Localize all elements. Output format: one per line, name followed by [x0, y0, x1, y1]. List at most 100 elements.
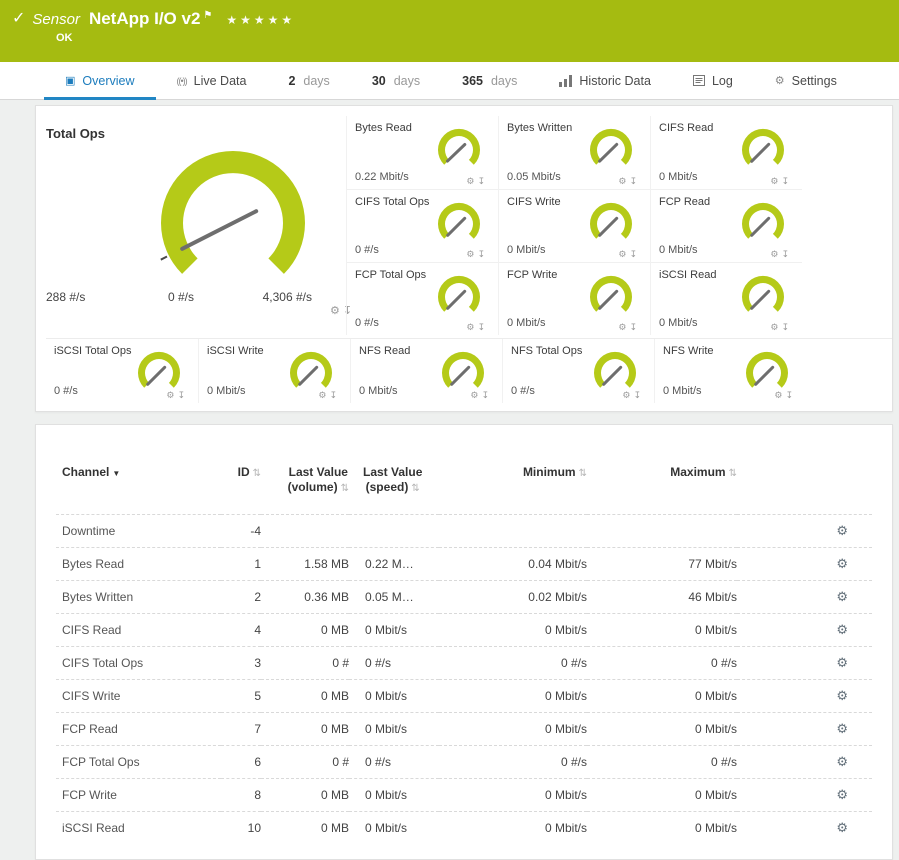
channel-settings-icon[interactable]: ⚙	[836, 754, 848, 769]
sort-icon[interactable]: ⇅	[411, 483, 419, 494]
column-header-minimum[interactable]: Minimum⇅	[439, 439, 587, 515]
channel-maximum: 0 Mbit/s	[587, 680, 737, 713]
gauge-settings-icon[interactable]: ⚙	[770, 322, 781, 332]
gauge-settings-icon[interactable]: ⚙	[770, 249, 781, 259]
last-value-speed: 0 #/s	[365, 754, 391, 770]
table-row[interactable]: CIFS Read 4 0 MB 0 Mbit/s 0 Mbit/s 0 Mbi…	[56, 614, 872, 647]
gauge-settings-icon[interactable]: ⚙	[330, 305, 343, 317]
gauge-settings-icon[interactable]: ⚙	[618, 322, 629, 332]
channel-settings-icon[interactable]: ⚙	[836, 721, 848, 736]
channel-id: 8	[221, 779, 261, 812]
channel-settings-icon[interactable]: ⚙	[836, 820, 848, 835]
mini-gauge-value: 0 #/s	[355, 317, 379, 329]
tab-label: Live Data	[194, 74, 247, 88]
gauge-download-icon[interactable]: ↧	[477, 322, 488, 332]
sort-icon[interactable]: ⇅	[579, 468, 587, 479]
channel-settings-icon[interactable]: ⚙	[836, 589, 848, 604]
mini-gauge-bottom-row: iSCSI Total Ops 0 #/s ⚙↧ iSCSI Write 0 M…	[46, 338, 892, 403]
gauge-download-icon[interactable]: ↧	[477, 249, 488, 259]
tab-live-data[interactable]: ((•)) Live Data	[156, 62, 268, 99]
tab-historic-data[interactable]: Historic Data	[538, 62, 672, 99]
channel-minimum: 0 #/s	[439, 647, 587, 680]
gauge-download-icon[interactable]: ↧	[481, 390, 492, 400]
gauge-settings-icon[interactable]: ⚙	[466, 249, 477, 259]
mini-gauge-value: 0 Mbit/s	[659, 317, 698, 329]
gauge-download-icon[interactable]: ↧	[177, 390, 188, 400]
gauge-settings-icon[interactable]: ⚙	[774, 390, 785, 400]
column-header-maximum[interactable]: Maximum⇅	[587, 439, 737, 515]
mini-gauge-title: FCP Total Ops	[355, 269, 426, 281]
channel-settings-icon[interactable]: ⚙	[836, 655, 848, 670]
gauge-settings-icon[interactable]: ⚙	[770, 176, 781, 186]
gauge-settings-icon[interactable]: ⚙	[466, 176, 477, 186]
mini-gauge-grid: Bytes Read 0.22 Mbit/s ⚙↧ Bytes Written …	[346, 116, 802, 338]
column-header-channel[interactable]: Channel▼	[56, 439, 221, 515]
tab-settings[interactable]: ⚙ Settings	[754, 62, 858, 99]
mini-gauge-dial	[744, 351, 790, 395]
channel-minimum: 0 Mbit/s	[439, 614, 587, 647]
channel-settings-icon[interactable]: ⚙	[836, 556, 848, 571]
gauge-download-icon[interactable]: ↧	[477, 176, 488, 186]
gauge-settings-icon[interactable]: ⚙	[318, 390, 329, 400]
channel-settings-icon[interactable]: ⚙	[836, 622, 848, 637]
gauge-settings-icon[interactable]: ⚙	[166, 390, 177, 400]
mini-gauge-value: 0.05 Mbit/s	[507, 171, 561, 183]
gauge-download-icon[interactable]: ↧	[781, 322, 792, 332]
tab-overview[interactable]: ▣ Overview	[44, 62, 156, 99]
channel-settings-icon[interactable]: ⚙	[836, 787, 848, 802]
column-header-id[interactable]: ID⇅	[221, 439, 261, 515]
column-header-last-value-volume[interactable]: Last Value (volume)⇅	[261, 439, 349, 515]
tab-2-days[interactable]: 2 days	[267, 62, 350, 99]
table-row[interactable]: Bytes Read 1 1.58 MB 0.22 Mbit/s 0.04 Mb…	[56, 548, 872, 581]
table-row[interactable]: FCP Total Ops 6 0 # 0 #/s 0 #/s 0 #/s ⚙	[56, 746, 872, 779]
settings-gear-icon: ⚙	[775, 74, 785, 87]
gauge-download-icon[interactable]: ↧	[781, 249, 792, 259]
historic-data-icon	[559, 75, 572, 87]
priority-stars[interactable]: ★★★★★	[226, 13, 295, 27]
gauge-download-icon[interactable]: ↧	[785, 390, 796, 400]
tab-30-days[interactable]: 30 days	[351, 62, 441, 99]
channel-settings-icon[interactable]: ⚙	[836, 688, 848, 703]
sort-icon[interactable]: ⇅	[341, 483, 349, 494]
channel-id: 7	[221, 713, 261, 746]
table-row[interactable]: Downtime -4 ⚙	[56, 515, 872, 548]
mini-gauge-value: 0 #/s	[511, 385, 535, 397]
gauge-download-icon[interactable]: ↧	[781, 176, 792, 186]
sort-icon[interactable]: ⇅	[729, 468, 737, 479]
gauge-download-icon[interactable]: ↧	[629, 176, 640, 186]
table-row[interactable]: iSCSI Read 10 0 MB 0 Mbit/s 0 Mbit/s 0 M…	[56, 812, 872, 845]
channel-settings-icon[interactable]: ⚙	[836, 523, 848, 538]
tab-365-days[interactable]: 365 days	[441, 62, 538, 99]
table-row[interactable]: Bytes Written 2 0.36 MB 0.05 Mbit/s 0.02…	[56, 581, 872, 614]
gauge-settings-icon[interactable]: ⚙	[622, 390, 633, 400]
mini-gauge-title: CIFS Total Ops	[355, 196, 429, 208]
gauge-download-icon[interactable]: ↧	[329, 390, 340, 400]
tab-log[interactable]: Log	[672, 62, 754, 99]
table-row[interactable]: CIFS Total Ops 3 0 # 0 #/s 0 #/s 0 #/s ⚙	[56, 647, 872, 680]
flag-icon[interactable]: ⚑	[203, 10, 212, 21]
mini-gauge: Bytes Written 0.05 Mbit/s ⚙↧	[498, 116, 650, 189]
channel-name: FCP Read	[56, 713, 221, 746]
table-row[interactable]: CIFS Write 5 0 MB 0 Mbit/s 0 Mbit/s 0 Mb…	[56, 680, 872, 713]
channel-dropdown-icon[interactable]: ▼	[112, 469, 120, 478]
gauge-settings-icon[interactable]: ⚙	[618, 249, 629, 259]
status-badge: OK	[56, 32, 899, 44]
gauge-title: Total Ops	[46, 126, 105, 141]
gauge-download-icon[interactable]: ↧	[629, 249, 640, 259]
channel-maximum: 0 #/s	[587, 746, 737, 779]
last-value-volume	[261, 515, 349, 548]
column-label: (volume)	[288, 480, 338, 494]
tab-number: 365	[462, 74, 483, 88]
channel-minimum: 0 Mbit/s	[439, 812, 587, 845]
gauge-settings-icon[interactable]: ⚙	[466, 322, 477, 332]
mini-gauge-dial	[288, 351, 334, 395]
gauge-settings-icon[interactable]: ⚙	[470, 390, 481, 400]
column-header-last-value-speed[interactable]: Last Value (speed)⇅	[349, 439, 439, 515]
gauge-download-icon[interactable]: ↧	[633, 390, 644, 400]
gauge-download-icon[interactable]: ↧	[629, 322, 640, 332]
gauge-settings-icon[interactable]: ⚙	[618, 176, 629, 186]
table-row[interactable]: FCP Read 7 0 MB 0 Mbit/s 0 Mbit/s 0 Mbit…	[56, 713, 872, 746]
channel-id: 6	[221, 746, 261, 779]
sort-icon[interactable]: ⇅	[253, 468, 261, 479]
table-row[interactable]: FCP Write 8 0 MB 0 Mbit/s 0 Mbit/s 0 Mbi…	[56, 779, 872, 812]
